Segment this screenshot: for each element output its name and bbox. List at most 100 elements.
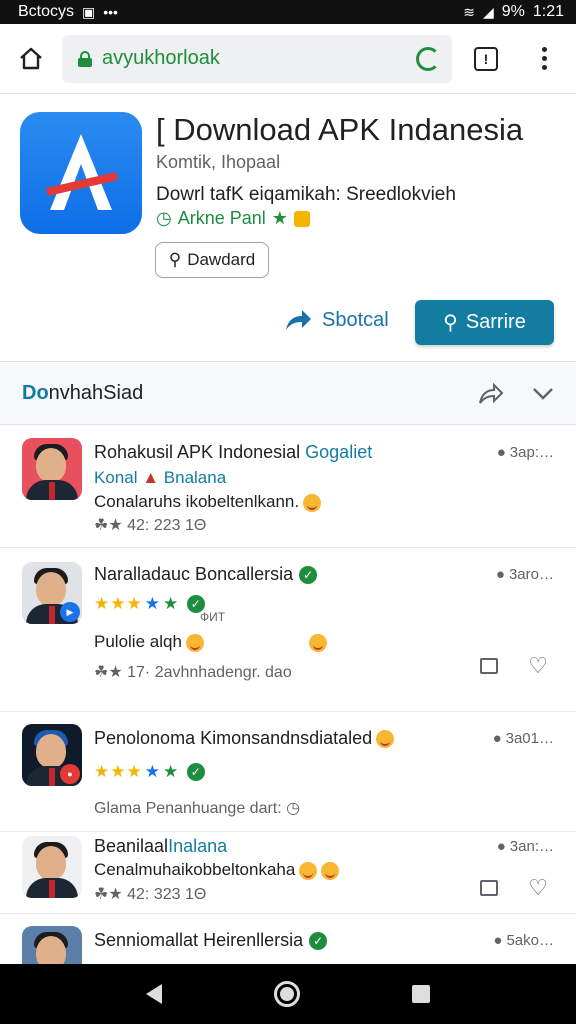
lock-badge-icon (293, 210, 310, 227)
verified-icon: ✓ (309, 932, 328, 951)
section-actions (478, 382, 554, 405)
chevron-down-icon[interactable] (532, 387, 554, 401)
emoji-icon (299, 861, 318, 880)
item-time[interactable]: ● 3aro… (496, 566, 554, 583)
rating-stars: ★★★ ★ ★ ✓ (94, 594, 206, 614)
clock: 1:21 (532, 3, 564, 20)
item-actions: ♡ (480, 877, 548, 899)
item-text: Pulolie alqh (94, 632, 327, 652)
item-title: Naralladauc Boncallersia ✓ (94, 564, 318, 585)
system-nav-bar (0, 964, 576, 1024)
home-circle-icon[interactable] (274, 981, 300, 1007)
section-header: DonvhahSiad (0, 363, 576, 425)
item-title: Senniomallat Heirenllersia ✓ (94, 930, 328, 951)
item-title-accent: Inalana (168, 836, 228, 856)
item-meta: Glama Penanhuange dart: ◷ (94, 800, 301, 817)
heart-icon[interactable]: ♡ (528, 877, 548, 899)
url-text[interactable]: avyukhorloak (102, 47, 416, 70)
avatar: ● (22, 724, 82, 786)
item-time[interactable]: ● 5ako… (493, 932, 554, 949)
tabs-icon: ! (474, 46, 498, 71)
item-meta: ☘★ 42: 323 1Θ (94, 886, 207, 903)
comment-icon[interactable] (480, 880, 499, 896)
wifi-icon: ≋ (463, 3, 475, 20)
status-carrier: Bctocys (18, 3, 75, 20)
clock-icon: ◷ (286, 800, 301, 817)
app-tags: ◷ Arkne Panl ★ (156, 208, 310, 229)
item-subtitle: Konal ▲ Bnalana (94, 468, 227, 487)
avatar (22, 438, 82, 500)
avatar: ▶ (22, 562, 82, 624)
star-icon: ★ (271, 208, 288, 228)
verified-icon: ✓ (187, 763, 206, 781)
person-icon: ● (496, 444, 506, 461)
user-icon: ⚲ (443, 312, 458, 334)
item-title-accent: Gogaliet (305, 442, 373, 462)
emoji-icon (376, 730, 395, 749)
share-button[interactable]: Sbotcal (284, 308, 389, 332)
app-developer[interactable]: Komtik, Ihopaal (156, 152, 280, 173)
section-title: DonvhahSiad (22, 382, 478, 405)
item-time[interactable]: ● 3an:… (497, 838, 554, 855)
heart-icon[interactable]: ♡ (528, 655, 548, 677)
emoji-icon (185, 633, 204, 652)
recent-apps-icon[interactable] (412, 985, 430, 1003)
primary-action-label: Sarrire (465, 311, 526, 333)
status-bar: Bctocys ▣ ••• ≋ ◢ 9% 1:21 (0, 0, 576, 24)
primary-action-button[interactable]: ⚲ Sarrire (415, 300, 554, 345)
home-icon (20, 47, 42, 69)
play-icon: ▶ (60, 602, 80, 622)
app-title: [ Download APK Indanesia (156, 112, 524, 147)
list-item[interactable]: Senniomallat Heirenllersia ✓ ● 5ako… (0, 914, 576, 964)
item-meta: ☘★ 17· 2avhnhadengr. dao (94, 664, 292, 681)
person-icon: ● (495, 566, 505, 583)
address-bar[interactable]: avyukhorloak (62, 34, 452, 83)
rating-stars: ★★★ ★ ★ ✓ (94, 762, 206, 782)
list-item[interactable]: BeanilaalInalana Cenalmuhaikobbeltonkaha… (0, 832, 576, 914)
app-description: Dowrl tafK eiqamikah: Sreedlokvieh (156, 184, 456, 205)
stars-note: ФИТ (200, 610, 226, 624)
record-icon: ● (60, 764, 80, 784)
verified-icon: ✓ (299, 566, 318, 585)
emoji-icon (321, 861, 340, 880)
notification-icon: ▣ (82, 3, 96, 20)
download-small-label: Dawdard (187, 250, 256, 269)
back-icon[interactable] (146, 984, 162, 1004)
item-time[interactable]: ● 3a01… (493, 730, 554, 747)
item-title: Rohakusil APK Indonesial Gogaliet (94, 442, 373, 462)
app-header: [ Download APK Indanesia Komtik, Ihopaal… (0, 94, 576, 362)
comment-icon[interactable] (480, 658, 499, 674)
lock-icon (78, 50, 92, 67)
tabs-button[interactable]: ! (452, 46, 520, 71)
person-icon: ● (492, 730, 502, 747)
share-icon[interactable] (478, 382, 504, 405)
battery-level: 9% (501, 3, 525, 20)
item-title: BeanilaalInalana (94, 836, 228, 856)
emoji-icon (303, 493, 322, 512)
item-text: Cenalmuhaikobbeltonkaha (94, 860, 340, 880)
item-text: Conalaruhs ikobeltenlkann. (94, 492, 322, 512)
overflow-menu-button[interactable] (520, 47, 568, 70)
list-item[interactable]: Rohakusil APK Indonesial Gogaliet Konal … (0, 426, 576, 548)
app-tags-text: Arkne Panl (177, 208, 266, 228)
clock-icon: ◷ (156, 208, 172, 228)
flame-icon: ▲ (142, 468, 160, 487)
list-item[interactable]: ▶ Naralladauc Boncallersia ✓ ★★★ ★ ★ ✓ ФИТ P… (0, 548, 576, 712)
avatar (22, 926, 82, 964)
emoji-icon (308, 633, 327, 652)
status-left: Bctocys ▣ ••• (18, 3, 118, 21)
share-arrow-icon (286, 310, 311, 330)
post-list: Rohakusil APK Indonesial Gogaliet Konal … (0, 426, 576, 964)
home-button[interactable] (0, 24, 62, 94)
item-time[interactable]: ● 3ap:… (497, 444, 554, 461)
kebab-menu-icon (541, 47, 547, 70)
more-notifications-icon: ••• (103, 4, 118, 20)
item-actions: ♡ (480, 655, 548, 677)
item-meta: ☘★ 42: 223 1Θ (94, 517, 207, 534)
browser-toolbar: avyukhorloak ! (0, 24, 576, 94)
reload-icon[interactable] (416, 46, 440, 71)
download-small-button[interactable]: ⚲ Dawdard (155, 242, 269, 278)
avatar (22, 836, 82, 898)
list-item[interactable]: ● Penolonoma Kimonsandnsdiataled ★★★ ★ ★ ✓ … (0, 712, 576, 832)
item-title: Penolonoma Kimonsandnsdiataled (94, 728, 395, 749)
